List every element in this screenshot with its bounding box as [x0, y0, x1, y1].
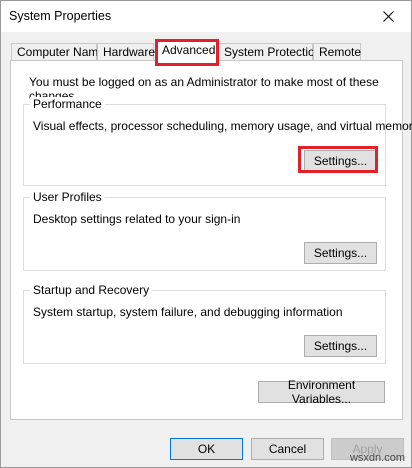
cancel-button[interactable]: Cancel [251, 438, 324, 460]
user-profiles-settings-button[interactable]: Settings... [304, 242, 377, 264]
user-profiles-title: User Profiles [30, 190, 105, 204]
ok-button[interactable]: OK [170, 438, 243, 460]
user-profiles-group: User Profiles Desktop settings related t… [23, 190, 386, 271]
environment-variables-button[interactable]: Environment Variables... [258, 378, 385, 406]
user-profiles-description: Desktop settings related to your sign-in [33, 212, 241, 226]
advanced-panel: You must be logged on as an Administrato… [10, 60, 412, 420]
system-properties-window: System Properties Computer Name Hardware… [0, 0, 412, 468]
startup-recovery-group: Startup and Recovery System startup, sys… [23, 283, 386, 364]
window-title: System Properties [9, 9, 112, 23]
tab-advanced[interactable]: Advanced [156, 39, 218, 63]
watermark: wsxdn.com [349, 452, 405, 464]
close-button[interactable] [365, 1, 411, 32]
startup-recovery-title: Startup and Recovery [30, 283, 153, 297]
tab-hardware[interactable]: Hardware [97, 43, 155, 61]
tab-computer-name[interactable]: Computer Name [11, 43, 105, 61]
performance-title: Performance [30, 97, 105, 111]
startup-recovery-description: System startup, system failure, and debu… [33, 305, 343, 319]
startup-recovery-settings-button[interactable]: Settings... [304, 335, 377, 357]
performance-description: Visual effects, processor scheduling, me… [33, 119, 412, 133]
title-bar: System Properties [1, 1, 411, 32]
performance-settings-button[interactable]: Settings... [304, 150, 377, 172]
performance-group: Performance Visual effects, processor sc… [23, 97, 412, 186]
close-icon [382, 11, 394, 22]
tab-system-protection[interactable]: System Protection [218, 43, 321, 61]
tab-remote[interactable]: Remote [313, 43, 361, 61]
